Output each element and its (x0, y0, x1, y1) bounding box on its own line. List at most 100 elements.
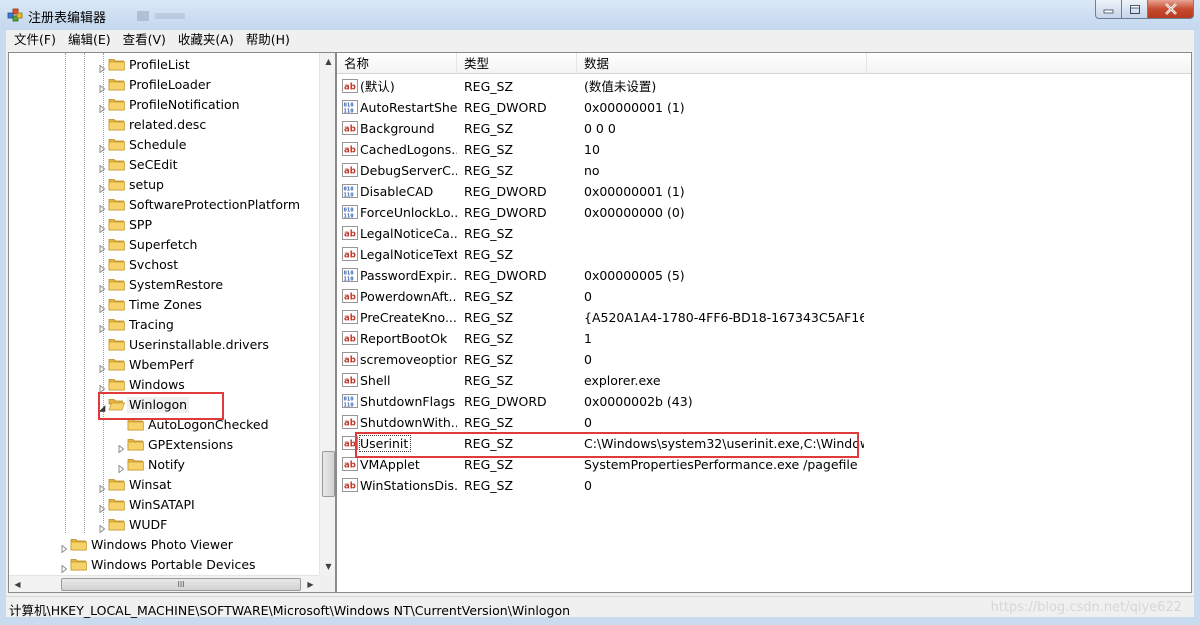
tree-item[interactable]: GPExtensions (9, 435, 319, 455)
expand-arrow-icon[interactable] (99, 261, 106, 274)
expand-arrow-icon[interactable] (99, 481, 106, 494)
value-row[interactable]: ab CachedLogons... REG_SZ 10 (337, 139, 1191, 160)
value-row[interactable]: ab (默认) REG_SZ (数值未设置) (337, 76, 1191, 97)
tree-item[interactable]: setup (9, 175, 319, 195)
expand-arrow-icon[interactable] (99, 201, 106, 214)
expand-arrow-icon[interactable] (99, 241, 106, 254)
tree-item-label[interactable]: GPExtensions (146, 437, 235, 453)
tree-item[interactable]: related.desc (9, 115, 319, 135)
scroll-left-arrow-icon[interactable]: ◀ (9, 576, 26, 592)
tree-item[interactable]: Windows Photo Viewer (9, 535, 319, 555)
menu-view[interactable]: 查看(V) (117, 30, 172, 50)
column-header-data[interactable]: 数据 (577, 53, 867, 74)
tree-item[interactable]: WUDF (9, 515, 319, 535)
menu-help[interactable]: 帮助(H) (240, 30, 296, 50)
expand-arrow-icon[interactable] (61, 561, 68, 574)
menu-file[interactable]: 文件(F) (8, 30, 62, 50)
expand-arrow-icon[interactable] (99, 161, 106, 174)
expand-arrow-icon[interactable] (61, 541, 68, 554)
tree-item-label[interactable]: setup (127, 177, 166, 193)
tree-item[interactable]: SeCEdit (9, 155, 319, 175)
value-row[interactable]: ab Background REG_SZ 0 0 0 (337, 118, 1191, 139)
scroll-up-arrow-icon[interactable]: ▲ (320, 53, 335, 70)
menu-favorites[interactable]: 收藏夹(A) (172, 30, 240, 50)
tree-item-label[interactable]: Userinstallable.drivers (127, 337, 271, 353)
expand-arrow-icon[interactable] (118, 441, 125, 454)
title-bar[interactable]: 注册表编辑器 (0, 0, 1200, 30)
tree-item[interactable]: ProfileNotification (9, 95, 319, 115)
menu-edit[interactable]: 编辑(E) (62, 30, 117, 50)
tree-vertical-scroll-thumb[interactable] (322, 451, 335, 497)
value-row[interactable]: 010 110 ForceUnlockLo... REG_DWORD 0x0000000… (337, 202, 1191, 223)
tree-item[interactable]: Windows Portable Devices (9, 555, 319, 575)
tree-item-label[interactable]: SPP (127, 217, 154, 233)
tree-item-label[interactable]: WbemPerf (127, 357, 195, 373)
value-row[interactable]: ab ReportBootOk REG_SZ 1 (337, 328, 1191, 349)
value-row[interactable]: ab scremoveoption REG_SZ 0 (337, 349, 1191, 370)
value-row[interactable]: ab WinStationsDis... REG_SZ 0 (337, 475, 1191, 496)
scroll-down-arrow-icon[interactable]: ▼ (320, 558, 335, 575)
tree-item-label[interactable]: Windows Portable Devices (89, 557, 258, 573)
tree-item-label[interactable]: Tracing (127, 317, 176, 333)
value-row[interactable]: ab LegalNoticeCa... REG_SZ (337, 223, 1191, 244)
expand-arrow-icon[interactable] (99, 501, 106, 514)
tree-item[interactable]: SPP (9, 215, 319, 235)
tree-item[interactable]: SoftwareProtectionPlatform (9, 195, 319, 215)
tree-vertical-scrollbar[interactable]: ▲ ▼ (319, 53, 335, 575)
expand-arrow-icon[interactable] (99, 521, 106, 534)
tree-item-label[interactable]: related.desc (127, 117, 208, 133)
close-button[interactable] (1148, 0, 1194, 19)
scroll-right-arrow-icon[interactable]: ▶ (302, 576, 319, 592)
tree-item-label[interactable]: Superfetch (127, 237, 199, 253)
value-row[interactable]: ab DebugServerC... REG_SZ no (337, 160, 1191, 181)
tree-horizontal-scroll-thumb[interactable]: III (61, 578, 301, 591)
expand-arrow-icon[interactable] (99, 81, 106, 94)
tree-item[interactable]: Notify (9, 455, 319, 475)
tree-item[interactable]: Userinstallable.drivers (9, 335, 319, 355)
value-row[interactable]: 010 110 AutoRestartShell REG_DWORD 0x0000000… (337, 97, 1191, 118)
value-row[interactable]: ab LegalNoticeText REG_SZ (337, 244, 1191, 265)
column-header-name[interactable]: 名称 (337, 53, 457, 74)
tree-item[interactable]: ProfileList (9, 55, 319, 75)
tree-item[interactable]: ProfileLoader (9, 75, 319, 95)
value-row[interactable]: ab ShutdownWith... REG_SZ 0 (337, 412, 1191, 433)
column-header-type[interactable]: 类型 (457, 53, 577, 74)
tree-item-label[interactable]: Svchost (127, 257, 180, 273)
expand-arrow-icon[interactable] (99, 281, 106, 294)
value-row[interactable]: ab PowerdownAft... REG_SZ 0 (337, 286, 1191, 307)
value-row[interactable]: ab Shell REG_SZ explorer.exe (337, 370, 1191, 391)
tree-item-label[interactable]: ProfileList (127, 57, 192, 73)
tree-item-label[interactable]: WinSATAPI (127, 497, 197, 513)
tree-item-label[interactable]: WUDF (127, 517, 169, 533)
expand-arrow-icon[interactable] (99, 321, 106, 334)
value-row[interactable]: 010 110 PasswordExpir... REG_DWORD 0x0000000… (337, 265, 1191, 286)
tree-item-label[interactable]: Winsat (127, 477, 174, 493)
tree-item[interactable]: Schedule (9, 135, 319, 155)
tree-item-label[interactable]: Schedule (127, 137, 188, 153)
tree-horizontal-scrollbar[interactable]: ◀ III ▶ (9, 575, 319, 592)
value-row[interactable]: ab PreCreateKno... REG_SZ {A520A1A4-1780-4F… (337, 307, 1191, 328)
tree-item[interactable]: Tracing (9, 315, 319, 335)
tree-item[interactable]: Winsat (9, 475, 319, 495)
maximize-button[interactable] (1122, 0, 1148, 19)
expand-arrow-icon[interactable] (99, 61, 106, 74)
tree-item-label[interactable]: ProfileNotification (127, 97, 242, 113)
tree-item[interactable]: Superfetch (9, 235, 319, 255)
expand-arrow-icon[interactable] (118, 461, 125, 474)
tree-item-label[interactable]: SoftwareProtectionPlatform (127, 197, 302, 213)
minimize-button[interactable] (1095, 0, 1122, 19)
value-row[interactable]: 010 110 ShutdownFlags REG_DWORD 0x0000002b (… (337, 391, 1191, 412)
tree-item-label[interactable]: Notify (146, 457, 187, 473)
expand-arrow-icon[interactable] (99, 101, 106, 114)
value-row[interactable]: 010 110 DisableCAD REG_DWORD 0x00000001 (1) (337, 181, 1191, 202)
tree-item[interactable]: WinSATAPI (9, 495, 319, 515)
expand-arrow-icon[interactable] (99, 361, 106, 374)
expand-arrow-icon[interactable] (99, 221, 106, 234)
tree-item[interactable]: Svchost (9, 255, 319, 275)
tree-item-label[interactable]: ProfileLoader (127, 77, 213, 93)
tree-item[interactable]: SystemRestore (9, 275, 319, 295)
tree-item-label[interactable]: Time Zones (127, 297, 204, 313)
expand-arrow-icon[interactable] (99, 181, 106, 194)
tree-item-label[interactable]: Windows (127, 377, 187, 393)
tree-item-label[interactable]: SeCEdit (127, 157, 180, 173)
